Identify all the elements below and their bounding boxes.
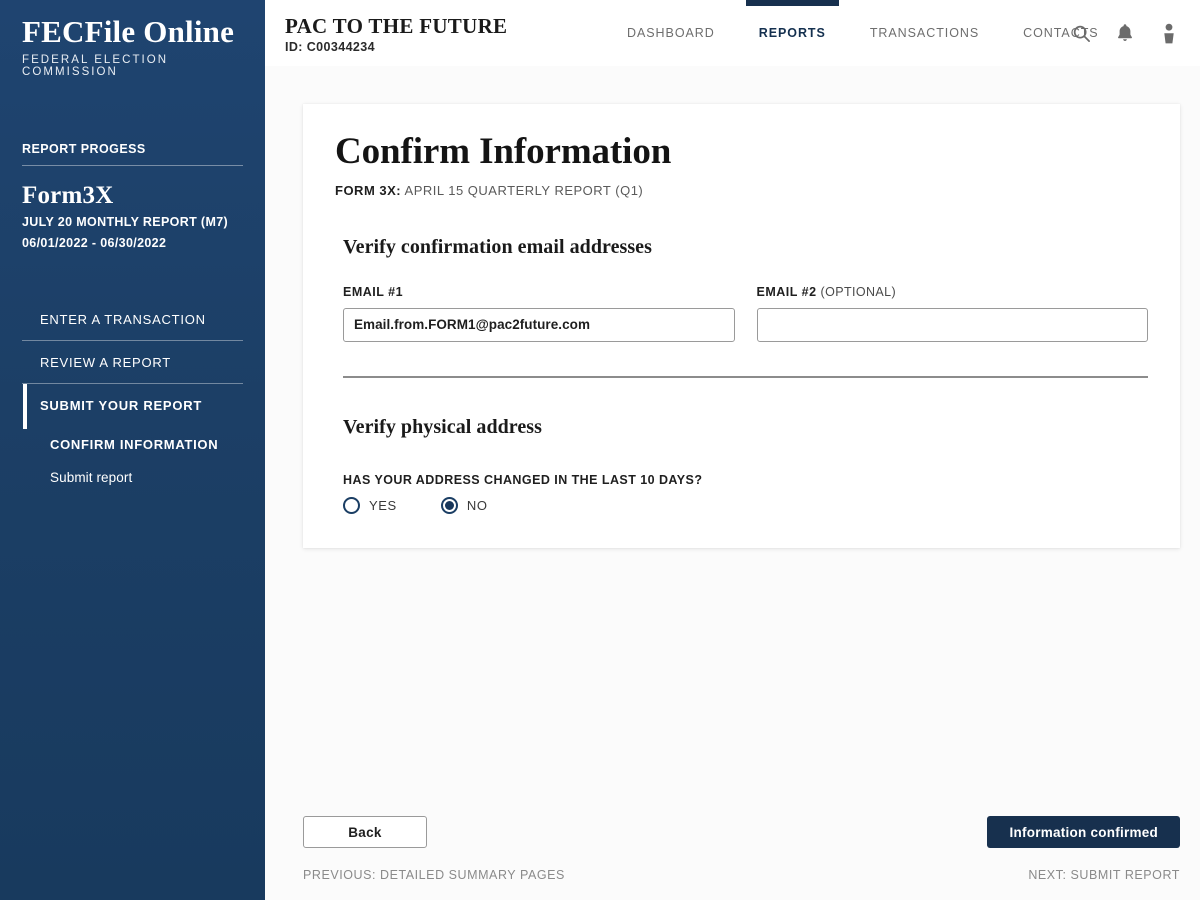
email-2-optional-text: (OPTIONAL) — [820, 284, 897, 299]
email-1-label: EMAIL #1 — [343, 284, 404, 299]
brand-subtitle: FEDERAL ELECTION COMMISSION — [22, 53, 169, 78]
email-2-input[interactable] — [756, 307, 1148, 342]
radio-option-yes[interactable]: YES — [343, 496, 397, 514]
address-section-heading: Verify physical address — [343, 415, 542, 438]
page-title: Confirm Information — [335, 131, 672, 172]
sidebar-subitem-confirm-information[interactable]: CONFIRM INFORMATION — [0, 427, 265, 460]
main-area: PAC TO THE FUTURE ID: C00344234 DASHBOAR… — [265, 0, 1200, 900]
sidebar-item-label: REVIEW A REPORT — [40, 355, 171, 371]
search-icon[interactable] — [1068, 20, 1094, 46]
previous-step-link[interactable]: PREVIOUS: DETAILED SUMMARY PAGES — [303, 868, 565, 882]
radio-label-yes: YES — [369, 497, 397, 513]
confirm-information-card: Confirm Information FORM 3X: APRIL 15 QU… — [303, 104, 1180, 548]
sidebar-item-review-a-report[interactable]: REVIEW A REPORT — [0, 341, 265, 385]
sidebar-nav: ENTER A TRANSACTION REVIEW A REPORT SUBM… — [0, 298, 265, 493]
radio-option-no[interactable]: NO — [440, 496, 488, 514]
sidebar-item-label: SUBMIT YOUR REPORT — [40, 398, 203, 414]
back-button[interactable]: Back — [303, 816, 427, 848]
next-step-link[interactable]: NEXT: SUBMIT REPORT — [1028, 868, 1180, 882]
top-navigation: DASHBOARD REPORTS TRANSACTIONS CONTACTS — [605, 0, 1121, 66]
sidebar: FECFile Online FEDERAL ELECTION COMMISSI… — [0, 0, 271, 900]
sidebar-item-label: ENTER A TRANSACTION — [40, 312, 206, 328]
radio-circle-selected-icon[interactable] — [440, 496, 458, 514]
brand-title: FECFile Online — [22, 14, 235, 49]
header-icon-group — [1068, 0, 1186, 66]
page-footer: Back Information confirmed PREVIOUS: DET… — [303, 816, 1180, 882]
sidebar-item-submit-your-report[interactable]: SUBMIT YOUR REPORT — [0, 384, 265, 430]
email-2-field-group: EMAIL #2 (OPTIONAL) — [756, 285, 1149, 342]
email-2-label: EMAIL #2 (OPTIONAL) — [757, 285, 1149, 299]
footer-link-row: PREVIOUS: DETAILED SUMMARY PAGES NEXT: S… — [303, 868, 1180, 882]
radio-circle-icon[interactable] — [343, 496, 360, 514]
footer-button-row: Back Information confirmed — [303, 816, 1180, 848]
email-section-heading: Verify confirmation email addresses — [343, 235, 652, 258]
active-indicator-bar — [23, 384, 27, 430]
organization-block: PAC TO THE FUTURE ID: C00344234 — [265, 0, 507, 54]
sidebar-subitem-submit-report[interactable]: Submit report — [0, 460, 265, 493]
email-fields-row: EMAIL #1 EMAIL #2 (OPTIONAL) — [343, 285, 1148, 342]
report-progress-label: REPORT PROGESS — [22, 142, 243, 166]
report-period: 06/01/2022 - 06/30/2022 — [22, 235, 167, 250]
notification-bell-icon[interactable] — [1112, 20, 1138, 46]
email-2-label-text: EMAIL #2 — [756, 284, 817, 299]
form-subtitle-label: FORM 3X: — [335, 182, 402, 198]
top-header: PAC TO THE FUTURE ID: C00344234 DASHBOAR… — [265, 0, 1200, 66]
form-subtitle-value: APRIL 15 QUARTERLY REPORT (Q1) — [404, 182, 644, 198]
form-subtitle: FORM 3X: APRIL 15 QUARTERLY REPORT (Q1) — [335, 183, 1148, 198]
email-1-input[interactable] — [343, 307, 735, 342]
email-1-field-group: EMAIL #1 — [343, 285, 735, 342]
address-change-prompt: HAS YOUR ADDRESS CHANGED IN THE LAST 10 … — [343, 472, 703, 487]
organization-id: ID: C00344234 — [285, 40, 375, 55]
address-change-radio-group: YES NO — [343, 496, 1148, 514]
user-avatar-icon[interactable] — [1156, 20, 1182, 46]
tab-transactions[interactable]: TRANSACTIONS — [848, 0, 1001, 66]
radio-label-no: NO — [466, 497, 488, 513]
report-name: JULY 20 MONTHLY REPORT (M7) — [22, 214, 229, 229]
tab-reports[interactable]: REPORTS — [737, 0, 848, 66]
tab-dashboard[interactable]: DASHBOARD — [605, 0, 737, 66]
brand-logo[interactable]: FECFile Online FEDERAL ELECTION COMMISSI… — [0, 0, 265, 78]
app-root: FECFile Online FEDERAL ELECTION COMMISSI… — [0, 0, 1200, 900]
information-confirmed-button[interactable]: Information confirmed — [987, 816, 1180, 848]
organization-name: PAC TO THE FUTURE — [285, 14, 508, 38]
section-divider — [343, 375, 1148, 378]
form-name: Form3X — [22, 181, 114, 209]
sidebar-item-enter-a-transaction[interactable]: ENTER A TRANSACTION — [0, 298, 265, 342]
content-area: Confirm Information FORM 3X: APRIL 15 QU… — [265, 66, 1200, 900]
